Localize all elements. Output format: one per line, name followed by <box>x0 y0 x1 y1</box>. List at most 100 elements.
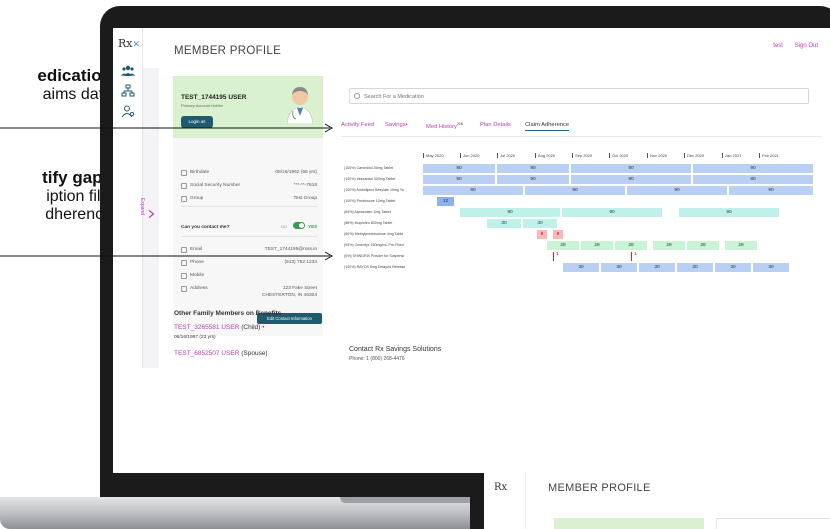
group-icon <box>181 196 187 202</box>
tab-label: Claim Adherence <box>525 122 570 128</box>
fill-bar[interactable]: 28 <box>547 241 579 250</box>
fill-bar[interactable]: 30 <box>601 263 637 272</box>
medication-search[interactable] <box>349 88 809 104</box>
drug-label[interactable]: (100%) Carvedilol 25mg Tablet <box>344 166 422 170</box>
fill-tick[interactable] <box>553 252 554 261</box>
group-value: Test Group <box>293 196 317 201</box>
fill-bar[interactable]: 30 <box>487 219 521 228</box>
preview-page-title: MEMBER PROFILE <box>548 482 651 494</box>
tab-claim-adherence[interactable]: Claim Adherence <box>525 122 570 131</box>
fill-bar[interactable]: 90 <box>693 175 813 184</box>
fill-bar[interactable]: 90 <box>571 175 691 184</box>
main-panel: Activity Feed Savings• Med History216 Pl… <box>337 76 827 371</box>
drug-label[interactable]: (100%) Irbesartan 300mg Tablet <box>344 177 422 181</box>
login-as-button[interactable]: Login as <box>181 116 213 128</box>
tab-savings[interactable]: Savings• <box>385 122 408 128</box>
top-links: test Sign Out <box>763 43 818 49</box>
drug-label[interactable]: (93%) Cosentyx 150mg/mL Pre-Filled <box>344 243 422 247</box>
fill-bar[interactable]: 28 <box>687 241 719 250</box>
search-icon <box>354 93 360 99</box>
month-label: Oct 2020 <box>609 153 628 158</box>
fill-bar[interactable]: 30 <box>677 263 713 272</box>
phone-row: Phone (913) 762 1234 <box>181 260 317 270</box>
fill-tick[interactable] <box>631 252 632 261</box>
address-line-2: CHESTERTON, IN 46304 <box>261 293 317 298</box>
contact-phone: Phone: 1 (800) 268-4476 <box>349 356 405 362</box>
rx-logo[interactable]: Rx✕ <box>118 37 140 50</box>
fill-bar[interactable]: 90 <box>460 208 560 217</box>
fill-bar[interactable]: 90 <box>627 186 727 195</box>
family-member-link[interactable]: TEST_3265581 USER (Child) • <box>174 324 264 331</box>
fill-bar[interactable]: 28 <box>725 241 757 250</box>
fill-bar[interactable]: 30 <box>715 263 751 272</box>
fill-bar[interactable]: 28 <box>615 241 647 250</box>
profile-header: TEST_1744195 USER Primary Account Holder… <box>173 76 323 138</box>
expand-label[interactable]: Expand <box>139 198 145 215</box>
phone-label: Phone <box>190 260 204 265</box>
month-label: Aug 2020 <box>535 153 555 158</box>
fill-bar[interactable]: 30 <box>753 263 789 272</box>
fill-bar[interactable]: 90 <box>497 164 569 173</box>
fill-bar[interactable]: 90 <box>525 186 625 195</box>
member-subtitle: Primary Account Holder <box>181 103 224 108</box>
tab-count: 216 <box>456 122 463 126</box>
family-member-name[interactable]: TEST_3265581 USER <box>174 324 239 331</box>
callout-gaps-text-2: dherence <box>45 205 112 223</box>
tab-plan-details[interactable]: Plan Details <box>480 122 511 128</box>
drug-label[interactable]: (0%) SHINGRIX Powder for Suspensi <box>344 254 422 258</box>
fill-bar[interactable]: 90 <box>729 186 813 195</box>
email-row: Email TEST_1744195@rxss.in <box>181 247 317 257</box>
tab-med-history[interactable]: Med History216 <box>426 122 463 130</box>
fill-bar[interactable]: 90 <box>562 208 662 217</box>
fill-bar[interactable]: 90 <box>423 175 495 184</box>
month-label: Jan 2021 <box>722 153 741 158</box>
family-member-link[interactable]: TEST_6852507 USER (Spouse) <box>174 350 268 357</box>
birthdate-row: Birthdate 08/16/1962 (58 yrs) <box>181 170 317 180</box>
fill-bar[interactable]: 30 <box>563 263 599 272</box>
fill-bar[interactable]: 90 <box>679 208 779 217</box>
fill-bar[interactable]: 90 <box>571 164 691 173</box>
fill-bar[interactable]: 30 <box>523 219 557 228</box>
address-line-1: 123 Fake Street <box>282 286 317 291</box>
fill-bar[interactable]: 90 <box>497 175 569 184</box>
family-member-relation: (Spouse) <box>241 350 268 357</box>
group-row: Group Test Group <box>181 196 317 206</box>
member-name: TEST_1744195 USER <box>181 94 247 101</box>
contact-toggle[interactable] <box>293 222 305 229</box>
fill-bar[interactable]: 90 <box>693 164 813 173</box>
fill-bar[interactable]: 28 <box>581 241 613 250</box>
sign-out-link[interactable]: Sign Out <box>795 43 818 49</box>
tab-label: Savings <box>385 122 406 128</box>
toggle-yes-label: YES <box>308 224 318 229</box>
fill-bar[interactable]: 12 <box>437 197 454 206</box>
user-search-icon[interactable] <box>121 104 135 118</box>
fill-bar[interactable]: 6 <box>553 230 563 239</box>
drug-label[interactable]: (100%) Amlodipine Besylate 10mg Ta <box>344 188 422 192</box>
profile-card: TEST_1744195 USER Primary Account Holder… <box>173 76 323 336</box>
family-member-name[interactable]: TEST_6852507 USER <box>174 350 239 357</box>
search-input[interactable] <box>364 91 784 102</box>
contact-title: Contact Rx Savings Solutions <box>349 346 442 353</box>
fill-bar[interactable]: 90 <box>423 164 495 173</box>
org-chart-icon[interactable] <box>121 84 135 98</box>
user-link[interactable]: test <box>773 43 783 49</box>
chevron-right-icon[interactable] <box>148 210 155 218</box>
drug-label[interactable]: (60%) Methylprednisolone 4mg Table <box>344 232 422 236</box>
drug-label[interactable]: (100%) RAYOS 5mg Delayed Release <box>344 265 422 269</box>
drug-label[interactable]: (84%) Alprazolam 1mg Tablet <box>344 210 422 214</box>
tab-label: Plan Details <box>480 122 511 128</box>
expand-strip[interactable] <box>143 68 159 368</box>
address-label: Address <box>190 286 208 291</box>
rx-logo-mark: ✕ <box>132 40 141 50</box>
tab-activity-feed[interactable]: Activity Feed <box>341 122 374 128</box>
ssn-label: Social Security Number <box>190 183 241 188</box>
fill-bar[interactable]: 6 <box>537 230 547 239</box>
members-icon[interactable] <box>121 64 135 78</box>
fill-bar[interactable]: 90 <box>423 186 523 195</box>
fill-bar[interactable]: 30 <box>639 263 675 272</box>
mobile-label: Mobile <box>190 273 205 278</box>
drug-label[interactable]: (100%) Prednisone 10mg Tablet <box>344 199 422 203</box>
drug-label[interactable]: (88%) Ibuprofen 800mg Tablet <box>344 221 422 225</box>
month-label: Nov 2020 <box>647 153 667 158</box>
fill-bar[interactable]: 28 <box>653 241 685 250</box>
